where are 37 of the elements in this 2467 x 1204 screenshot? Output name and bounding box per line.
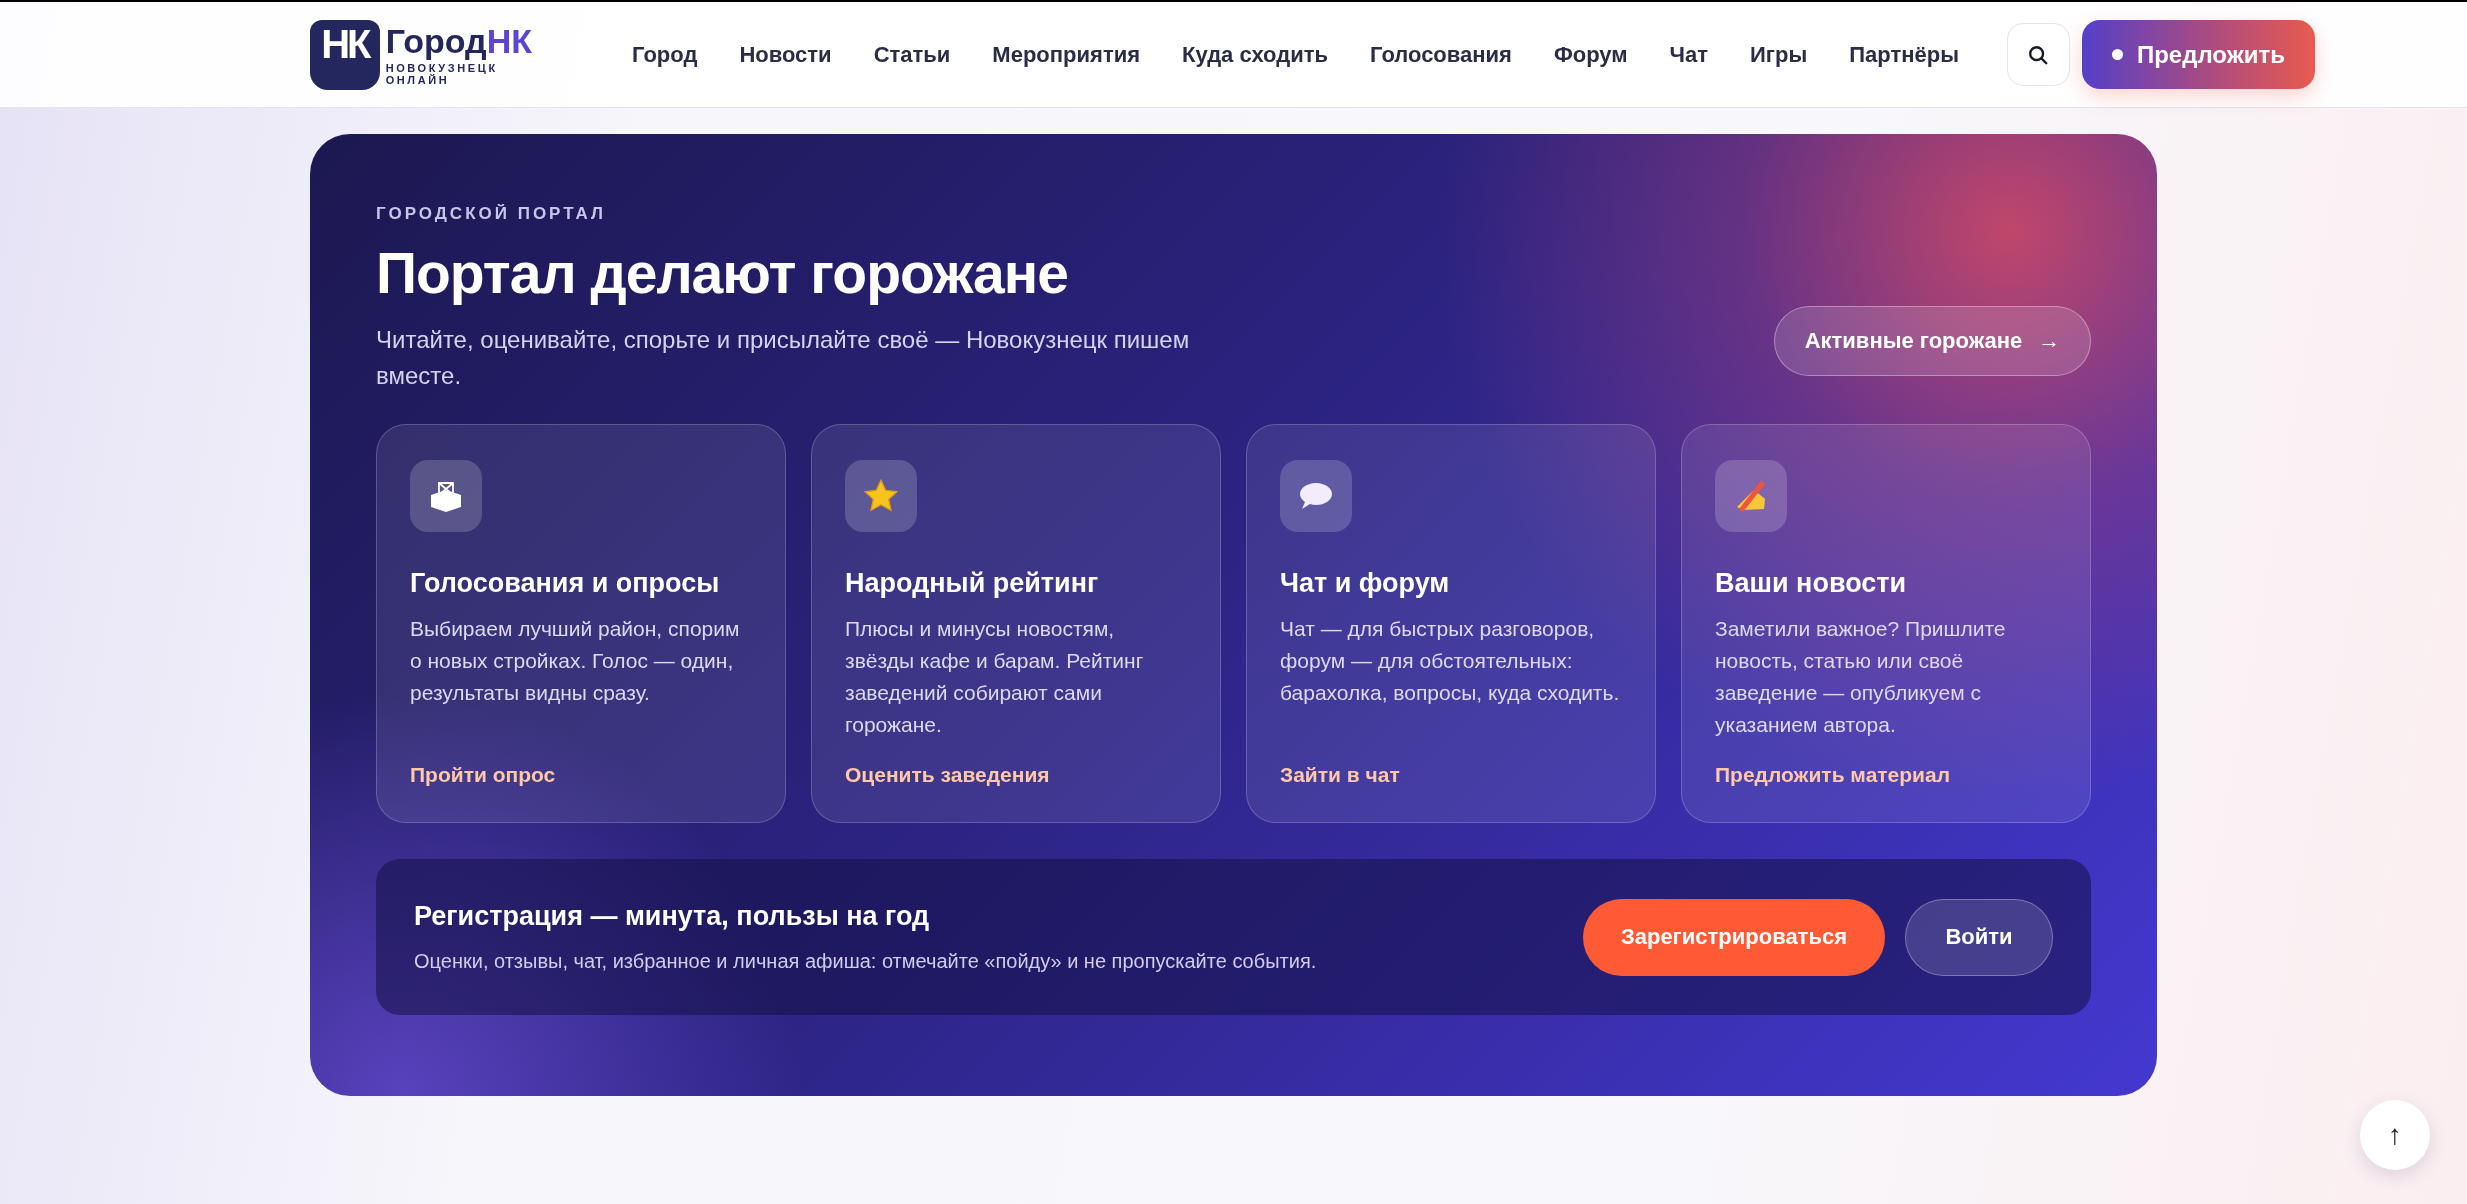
nav-link[interactable]: Мероприятия (992, 41, 1141, 68)
scroll-top-button[interactable]: ↑ (2360, 1100, 2430, 1170)
hero-kicker: ГОРОДСКОЙ ПОРТАЛ (376, 204, 607, 224)
card-title: Ваши новости (1715, 568, 1908, 599)
card-title: Народный рейтинг (845, 568, 1100, 599)
card-title: Чат и форум (1280, 568, 1451, 599)
hero-title: Портал делают горожане (376, 240, 1069, 306)
nav-link[interactable]: Новости (739, 41, 832, 68)
logo-mark[interactable]: НК (310, 19, 380, 90)
nav-link[interactable]: Игры (1750, 41, 1808, 68)
card-text: Плюсы и минусы новостям, звёзды кафе и барам. Рейтинг заведений собирают сами горожане. (845, 616, 1145, 738)
dot-icon (2111, 49, 2123, 60)
suggest-button[interactable]: Предложить (2081, 20, 2315, 89)
nav-link[interactable]: Форум (1553, 41, 1628, 68)
login-button[interactable]: Войти (1905, 898, 2053, 976)
nav-link[interactable]: Чат (1669, 41, 1708, 68)
hero-subtitle: Читайте, оценивайте, спорьте и присылайте своё — Новокузнецк пишем вместе. (376, 325, 1191, 391)
nav-link[interactable]: Голосования (1370, 41, 1512, 68)
card-link[interactable]: Зайти в чат (1280, 763, 1400, 787)
card-link[interactable]: Оценить заведения (845, 763, 1050, 787)
search-icon (2027, 43, 2050, 66)
card-text: Выбираем лучший район, спорим о новых стройках. Голос — один, результаты видны сразу. (410, 616, 741, 706)
registration-title: Регистрация — минута, пользы на год (414, 901, 931, 932)
search-button[interactable] (2006, 23, 2070, 86)
card-title: Голосования и опросы (410, 568, 721, 599)
card-link[interactable]: Пройти опрос (410, 763, 556, 787)
card-text: Чат — для быстрых разговоров, форум — для обстоятельных: барахолка, вопросы, куда сходить. (1280, 616, 1621, 706)
nav-link[interactable]: Статьи (873, 41, 951, 68)
active-citizens-button[interactable]: Активные горожане → (1774, 306, 2091, 376)
logo-tagline: НОВОКУЗНЕЦК ОНЛАЙН (385, 61, 499, 86)
nav-link[interactable]: Куда сходить (1182, 41, 1329, 68)
card-link[interactable]: Предложить материал (1715, 763, 1951, 787)
nav-link[interactable]: Город (632, 41, 698, 68)
nav-link[interactable]: Партнёры (1849, 41, 1959, 68)
card-text: Заметили важное? Пришлите новость, статью или своё заведение — опубликуем с указанием автора. (1715, 616, 2007, 738)
registration-text: Оценки, отзывы, чат, избранное и личная афиша: отмечайте «пойду» и не пропускайте события. (414, 950, 1317, 973)
logo-name[interactable]: ГородНК (385, 23, 566, 58)
